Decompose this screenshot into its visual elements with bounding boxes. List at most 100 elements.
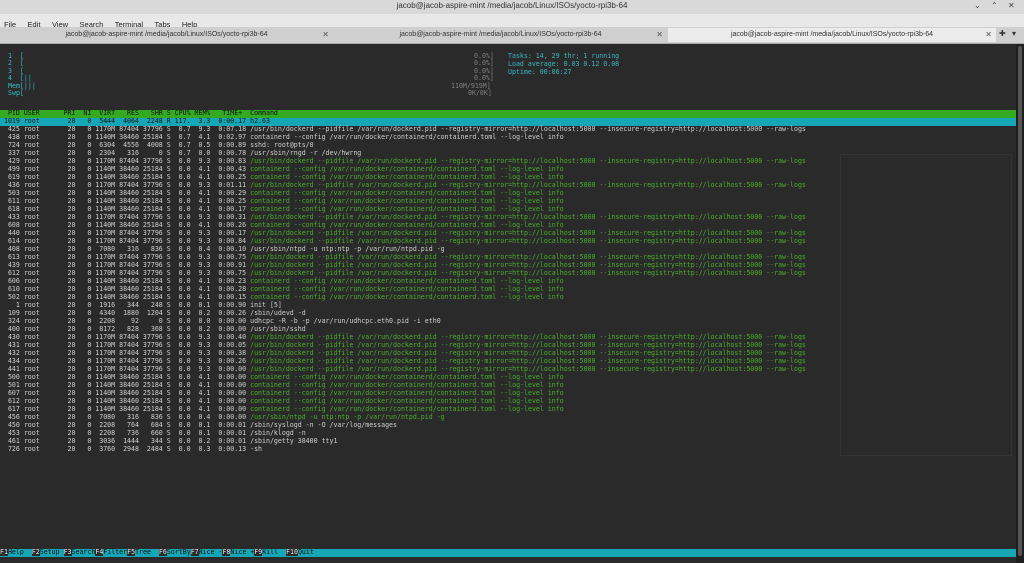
- process-fields: 429 root 20 0 1170M 87404 37796 S 0.0 9.…: [0, 157, 251, 165]
- process-fields: 109 root 20 0 4340 1880 1204 S 0.0 0.2 0…: [0, 309, 251, 317]
- process-fields: 400 root 20 0 8172 828 368 S 0.0 0.2 0:0…: [0, 325, 251, 333]
- fkey-f6[interactable]: F6: [158, 548, 167, 556]
- process-command: -sh: [250, 445, 263, 453]
- process-fields: 450 root 20 0 2208 764 684 S 0.0 0.1 0:0…: [0, 421, 251, 429]
- uptime: Uptime: 00:06:27: [508, 68, 572, 76]
- process-command: containerd --config /var/run/docker/cont…: [250, 133, 564, 141]
- close-tab-icon[interactable]: ✕: [985, 28, 992, 42]
- process-fields: 432 root 20 0 1170M 87404 37796 S 0.0 9.…: [0, 349, 251, 357]
- process-fields: 611 root 20 0 1140M 38460 25184 S 0.0 4.…: [0, 197, 251, 205]
- fkey-f2[interactable]: F2: [31, 548, 40, 556]
- process-fields: 501 root 20 0 1140M 38460 25184 S 0.0 4.…: [0, 381, 251, 389]
- new-tab-icon[interactable]: ✚: [999, 29, 1006, 38]
- process-fields: 608 root 20 0 1140M 38460 25184 S 0.0 4.…: [0, 221, 251, 229]
- background-window: [840, 154, 1012, 456]
- terminal-area[interactable]: 1 [ 2 [ 3 [ 4 [|| Mem[||| Swp[ 0.0%] 0.0…: [0, 44, 1016, 563]
- process-command: /usr/bin/dockerd --pidfile /var/run/dock…: [250, 125, 806, 133]
- process-command: /usr/sbin/sshd: [250, 325, 306, 333]
- fkey-label[interactable]: Kill: [262, 548, 286, 556]
- close-tab-icon[interactable]: ✕: [322, 28, 329, 42]
- fkey-label[interactable]: Tree: [135, 548, 159, 556]
- process-command: sshd: root@pts/0: [250, 141, 314, 149]
- process-fields: 433 root 20 0 1170M 87404 37796 S 0.0 9.…: [0, 213, 251, 221]
- minimize-icon[interactable]: ⌄: [974, 1, 981, 10]
- process-fields: 441 root 20 0 1170M 87404 37796 S 0.0 9.…: [0, 365, 251, 373]
- swap-meter: Swp[: [8, 89, 24, 97]
- process-command: containerd --config /var/run/docker/cont…: [250, 189, 564, 197]
- process-command: /sbin/syslogd -n -O /var/log/messages: [250, 421, 397, 429]
- fkey-label[interactable]: Help: [8, 548, 32, 556]
- fkey-f3[interactable]: F3: [63, 548, 72, 556]
- process-fields: 430 root 20 0 1170M 87404 37796 S 0.0 9.…: [0, 333, 251, 341]
- tab-3-active[interactable]: jacob@jacob-aspire-mint /media/jacob/Lin…: [668, 28, 996, 42]
- process-command: /usr/bin/dockerd --pidfile /var/run/dock…: [250, 261, 806, 269]
- terminal-scrollbar[interactable]: [1016, 44, 1024, 563]
- scrollbar-thumb[interactable]: [1018, 46, 1022, 556]
- process-command: containerd --config /var/run/docker/cont…: [250, 373, 564, 381]
- process-fields: 614 root 20 0 1170M 87404 37796 S 0.0 9.…: [0, 237, 251, 245]
- process-fields: 436 root 20 0 1170M 87404 37796 S 0.0 9.…: [0, 181, 251, 189]
- process-fields: 726 root 20 0 3760 2948 2484 S 0.0 0.3 0…: [0, 445, 251, 453]
- process-command: containerd --config /var/run/docker/cont…: [250, 277, 564, 285]
- process-command: containerd --config /var/run/docker/cont…: [250, 381, 564, 389]
- tab-label: jacob@jacob-aspire-mint /media/jacob/Lin…: [730, 31, 934, 38]
- window-titlebar: jacob@jacob-aspire-mint /media/jacob/Lin…: [0, 0, 1024, 15]
- fkey-label[interactable]: Search: [72, 548, 96, 556]
- process-fields: 1 root 20 0 1916 344 248 S 0.0 0.1 0:00.…: [0, 301, 251, 309]
- process-command: /usr/bin/dockerd --pidfile /var/run/dock…: [250, 253, 806, 261]
- fkey-label[interactable]: SortBy: [167, 548, 191, 556]
- close-icon[interactable]: ✕: [1008, 1, 1015, 10]
- process-command: containerd --config /var/run/docker/cont…: [250, 389, 564, 397]
- process-command: containerd --config /var/run/docker/cont…: [250, 173, 564, 181]
- swap-value: 0K/0K]: [468, 89, 492, 97]
- process-fields: 724 root 20 0 6304 4556 4008 S 0.7 0.5 0…: [0, 141, 251, 149]
- process-command: /usr/sbin/ntpd -u ntp:ntp -p /var/run/nt…: [250, 413, 445, 421]
- process-fields: 503 root 20 0 1140M 38460 25184 S 0.0 4.…: [0, 189, 251, 197]
- process-command: /usr/bin/dockerd --pidfile /var/run/dock…: [250, 269, 806, 277]
- tab-menu-icon[interactable]: ▾: [1012, 29, 1016, 38]
- process-fields: 610 root 20 0 1140M 38460 25184 S 0.0 4.…: [0, 285, 251, 293]
- process-fields: 439 root 20 0 1170M 87404 37796 S 0.0 9.…: [0, 261, 251, 269]
- window-title: jacob@jacob-aspire-mint /media/jacob/Lin…: [396, 1, 628, 10]
- maximize-icon[interactable]: ⌃: [991, 1, 998, 10]
- process-command: /usr/bin/dockerd --pidfile /var/run/dock…: [250, 157, 806, 165]
- function-key-bar: F1Help F2Setup F3SearchF4FilterF5Tree F6…: [0, 548, 1016, 557]
- process-command: /usr/bin/dockerd --pidfile /var/run/dock…: [250, 333, 806, 341]
- process-command: containerd --config /var/run/docker/cont…: [250, 293, 564, 301]
- fkey-label[interactable]: Quit: [298, 548, 322, 556]
- process-fields: 618 root 20 0 1140M 38460 25184 S 0.0 4.…: [0, 205, 251, 213]
- process-command: /usr/bin/dockerd --pidfile /var/run/dock…: [250, 181, 806, 189]
- fkey-f5[interactable]: F5: [127, 548, 136, 556]
- process-command: /usr/bin/dockerd --pidfile /var/run/dock…: [250, 365, 806, 373]
- process-command: /usr/bin/dockerd --pidfile /var/run/dock…: [250, 341, 806, 349]
- process-fields: 606 root 20 0 1140M 38460 25184 S 0.0 4.…: [0, 277, 251, 285]
- process-fields: 617 root 20 0 1140M 38460 25184 S 0.0 4.…: [0, 405, 251, 413]
- fkey-label[interactable]: Setup: [40, 548, 64, 556]
- process-row[interactable]: 726 root 20 0 3760 2948 2484 S 0.0 0.3 0…: [0, 445, 263, 454]
- process-fields: 500 root 20 0 1140M 38460 25184 S 0.0 4.…: [0, 373, 251, 381]
- process-command: containerd --config /var/run/docker/cont…: [250, 397, 564, 405]
- process-command: containerd --config /var/run/docker/cont…: [250, 405, 564, 413]
- process-fields: 607 root 20 0 1140M 38460 25184 S 0.0 4.…: [0, 389, 251, 397]
- process-command: containerd --config /var/run/docker/cont…: [250, 221, 564, 229]
- tab-2[interactable]: jacob@jacob-aspire-mint /media/jacob/Lin…: [334, 28, 667, 42]
- fkey-label[interactable]: Nice -: [199, 548, 223, 556]
- process-fields: 324 root 20 0 2208 92 0 S 0.0 0.0 0:00.0…: [0, 317, 251, 325]
- fkey-f7[interactable]: F7: [190, 548, 199, 556]
- menu-bar: File Edit View Search Terminal Tabs Help: [0, 14, 1024, 29]
- close-tab-icon[interactable]: ✕: [656, 28, 663, 42]
- process-command: init [5]: [250, 301, 282, 309]
- fkey-label[interactable]: Filter: [103, 548, 127, 556]
- process-command: /usr/bin/dockerd --pidfile /var/run/dock…: [250, 229, 806, 237]
- process-command: udhcpc -R -b -p /var/run/udhcpc.eth0.pid…: [250, 317, 441, 325]
- process-command: /sbin/getty 38400 tty1: [250, 437, 338, 445]
- tab-label: jacob@jacob-aspire-mint /media/jacob/Lin…: [399, 31, 602, 38]
- fkey-label[interactable]: Nice +: [230, 548, 254, 556]
- fkey-f10[interactable]: F10: [286, 548, 298, 556]
- fkey-f9[interactable]: F9: [254, 548, 263, 556]
- process-fields: 425 root 20 0 1170M 87404 37796 S 0.7 9.…: [0, 125, 251, 133]
- process-command: /sbin/udevd -d: [250, 309, 306, 317]
- process-fields: 619 root 20 0 1140M 38460 25184 S 0.0 4.…: [0, 173, 251, 181]
- fkey-f1[interactable]: F1: [0, 548, 8, 556]
- tab-1[interactable]: jacob@jacob-aspire-mint /media/jacob/Lin…: [0, 28, 333, 42]
